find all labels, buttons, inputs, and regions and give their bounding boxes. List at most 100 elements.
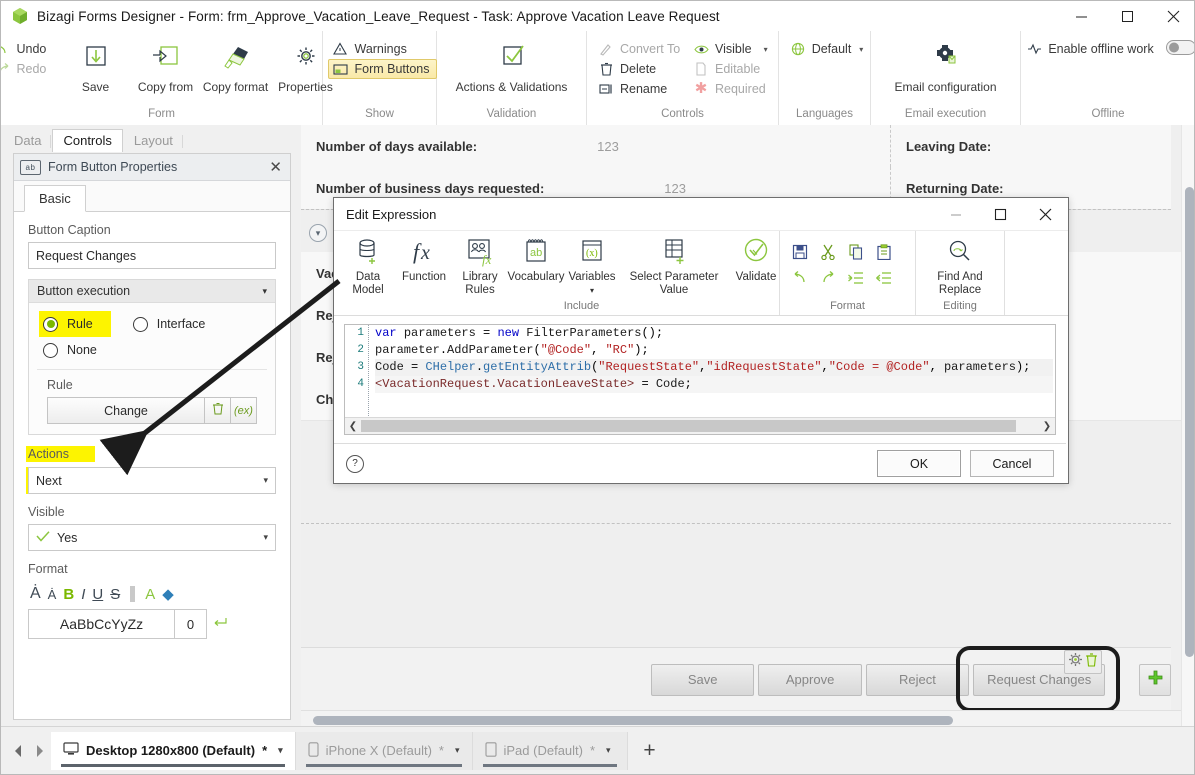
format-preview-number[interactable]: 0: [175, 609, 207, 639]
dialog-minimize-icon[interactable]: [933, 198, 978, 230]
cancel-button[interactable]: Cancel: [970, 450, 1054, 477]
code-horizontal-scrollbar[interactable]: ❮ ❯: [345, 417, 1055, 434]
chevron-down-icon[interactable]: ▾: [764, 45, 768, 54]
paste-icon[interactable]: [870, 239, 898, 265]
chevron-down-icon[interactable]: ▾: [859, 45, 863, 54]
chevron-down-icon[interactable]: ▾: [309, 224, 327, 242]
strikethrough-icon[interactable]: S: [108, 586, 122, 603]
vocabulary-button[interactable]: ab Vocabulary: [508, 235, 564, 300]
actions-select[interactable]: Next ▾: [28, 467, 276, 494]
indent-icon[interactable]: [870, 265, 898, 291]
device-tab-desktop[interactable]: Desktop 1280x800 (Default) * ▾: [51, 731, 296, 770]
redo-icon[interactable]: [814, 265, 842, 291]
underline-icon[interactable]: U: [90, 586, 105, 603]
change-rule-button[interactable]: Change: [47, 397, 205, 424]
subtab-basic[interactable]: Basic: [24, 185, 86, 212]
offline-toggle[interactable]: [1165, 40, 1194, 58]
variables-button[interactable]: (x) Variables ▾: [564, 235, 620, 300]
chevron-down-icon[interactable]: ▾: [455, 745, 460, 756]
visible-button[interactable]: Visible ▾: [689, 39, 779, 59]
font-color-icon[interactable]: A: [143, 586, 157, 603]
validate-button[interactable]: Validate: [728, 235, 784, 300]
decrease-font-icon[interactable]: Ȧ: [46, 587, 59, 602]
visible-select[interactable]: Yes ▾: [28, 524, 276, 551]
tab-data[interactable]: Data: [3, 129, 52, 152]
rule-expression-button[interactable]: (ex): [231, 397, 257, 424]
tab-controls[interactable]: Controls: [52, 129, 123, 152]
form-buttons-button[interactable]: Form Buttons: [328, 59, 437, 79]
form-button-approve[interactable]: Approve: [758, 663, 862, 696]
scrollbar-thumb[interactable]: [361, 420, 1016, 432]
dialog-maximize-icon[interactable]: [978, 198, 1023, 230]
chevron-down-icon[interactable]: ▾: [263, 475, 268, 486]
wrap-icon[interactable]: [212, 615, 228, 634]
radio-option-none[interactable]: None: [39, 337, 265, 363]
close-icon[interactable]: ✕: [269, 158, 284, 176]
dialog-close-icon[interactable]: [1023, 198, 1068, 230]
format-label: Format: [28, 562, 68, 576]
find-and-replace-button[interactable]: Find And Replace: [916, 235, 1004, 300]
chevron-down-icon[interactable]: ▾: [606, 745, 611, 756]
button-execution-header[interactable]: Button execution ▾: [29, 280, 275, 303]
button-caption-input[interactable]: Request Changes: [28, 242, 276, 269]
redo-button[interactable]: Redo: [1, 59, 61, 79]
device-tab-ipad[interactable]: iPad (Default) * ▾: [472, 731, 628, 770]
device-tab-iphone[interactable]: iPhone X (Default) * ▾: [295, 731, 473, 770]
fill-color-icon[interactable]: ◆: [160, 585, 176, 603]
scroll-tabs-left-icon[interactable]: [7, 736, 29, 766]
scrollbar-track[interactable]: [361, 419, 1039, 433]
expression-code-editor[interactable]: 1 2 3 4 var parameters = new FilterParam…: [344, 324, 1056, 435]
scroll-tabs-right-icon[interactable]: [29, 736, 51, 766]
scrollbar-thumb[interactable]: [1185, 187, 1194, 657]
tab-layout[interactable]: Layout: [123, 129, 184, 152]
library-rules-button[interactable]: fx Library Rules: [452, 235, 508, 300]
default-language-button[interactable]: Default ▾: [786, 39, 870, 59]
chevron-down-icon[interactable]: ▾: [278, 745, 283, 756]
scroll-right-icon[interactable]: ❯: [1039, 421, 1055, 432]
convert-to-button[interactable]: Convert To: [594, 39, 689, 59]
rename-button[interactable]: Rename: [594, 79, 689, 99]
radio-option-rule[interactable]: Rule: [39, 311, 111, 337]
copy-from-button[interactable]: Copy from: [131, 36, 201, 95]
bold-icon[interactable]: B: [61, 586, 76, 603]
code-content[interactable]: var parameters = new FilterParameters();…: [375, 325, 1053, 418]
delete-rule-button[interactable]: [205, 397, 231, 424]
enable-offline-work-button[interactable]: Enable offline work: [1022, 39, 1194, 59]
gear-icon[interactable]: [1068, 652, 1083, 672]
select-parameter-value-button[interactable]: Select Parameter Value: [620, 235, 728, 300]
scrollbar-thumb[interactable]: [313, 716, 953, 725]
maximize-icon[interactable]: [1104, 1, 1150, 31]
required-button[interactable]: ✱ Required: [689, 79, 779, 99]
add-device-tab-button[interactable]: +: [627, 731, 672, 770]
ok-button[interactable]: OK: [877, 450, 961, 477]
save-button[interactable]: Save: [61, 36, 131, 95]
close-icon[interactable]: [1150, 1, 1194, 31]
save-icon[interactable]: [786, 239, 814, 265]
data-model-button[interactable]: Data Model: [340, 235, 396, 300]
delete-button[interactable]: Delete: [594, 59, 689, 79]
undo-button[interactable]: Undo: [1, 39, 61, 59]
trash-icon[interactable]: [1085, 652, 1098, 672]
editable-button[interactable]: Editable: [689, 59, 779, 79]
help-icon[interactable]: ?: [346, 454, 364, 473]
form-button-save[interactable]: Save: [651, 663, 755, 696]
email-configuration-button[interactable]: Email configuration: [876, 36, 1016, 95]
warnings-button[interactable]: Warnings: [328, 39, 436, 59]
chevron-down-icon[interactable]: ▾: [263, 532, 268, 543]
form-button-reject[interactable]: Reject: [865, 663, 970, 696]
chevron-down-icon[interactable]: ▾: [262, 286, 267, 297]
actions-validations-button[interactable]: Actions & Validations: [442, 36, 582, 95]
function-button[interactable]: f x Function: [396, 235, 452, 300]
undo-icon[interactable]: [786, 265, 814, 291]
outdent-icon[interactable]: [842, 265, 870, 291]
add-form-button[interactable]: [1139, 663, 1171, 696]
radio-option-interface[interactable]: Interface: [132, 311, 205, 337]
increase-font-icon[interactable]: Ȧ: [28, 585, 43, 603]
minimize-icon[interactable]: [1058, 1, 1104, 31]
scroll-left-icon[interactable]: ❮: [345, 421, 361, 432]
italic-icon[interactable]: I: [79, 586, 87, 603]
copy-icon[interactable]: [842, 239, 870, 265]
cut-icon[interactable]: [814, 239, 842, 265]
canvas-vertical-scrollbar[interactable]: [1181, 125, 1194, 729]
copy-format-button[interactable]: Copy format: [201, 36, 271, 95]
